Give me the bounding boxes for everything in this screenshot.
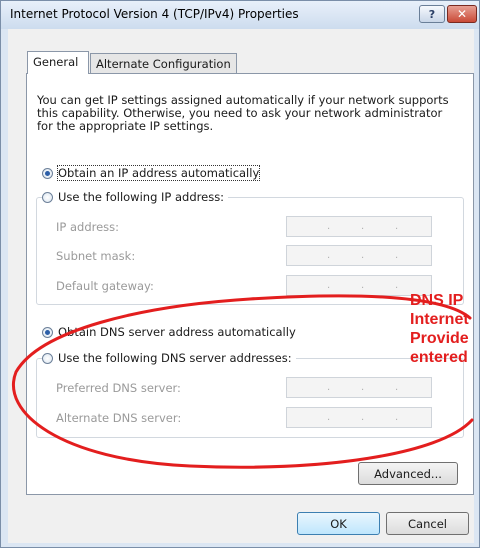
obtain-dns-auto-label: Obtain DNS server address automatically: [58, 325, 296, 339]
subnet-mask-label: Subnet mask:: [56, 249, 136, 263]
close-icon: ✕: [456, 7, 468, 21]
preferred-dns-label: Preferred DNS server:: [56, 381, 181, 395]
subnet-mask-row: Subnet mask: ...: [36, 245, 466, 267]
window-title: Internet Protocol Version 4 (TCP/IPv4) P…: [10, 7, 299, 21]
tab-general-label: General: [33, 55, 79, 69]
alternate-dns-row: Alternate DNS server: ...: [36, 407, 466, 429]
ip-address-label: IP address:: [56, 220, 120, 234]
ip-address-field[interactable]: ...: [286, 216, 432, 237]
use-following-dns-radio[interactable]: Use the following DNS server addresses:: [42, 351, 296, 365]
subnet-mask-field[interactable]: ...: [286, 245, 432, 266]
preferred-dns-row: Preferred DNS server: ...: [36, 377, 466, 399]
default-gateway-label: Default gateway:: [56, 279, 154, 293]
use-following-dns-label: Use the following DNS server addresses:: [58, 351, 292, 365]
close-button[interactable]: ✕: [447, 5, 477, 23]
radio-unchecked-icon: [42, 352, 53, 364]
radio-unchecked-icon: [42, 191, 53, 203]
obtain-dns-auto-radio[interactable]: Obtain DNS server address automatically: [42, 325, 296, 339]
tab-alternate-configuration[interactable]: Alternate Configuration: [90, 53, 237, 74]
obtain-ip-auto-radio[interactable]: Obtain an IP address automatically: [42, 165, 261, 181]
intro-text: You can get IP settings assigned automat…: [37, 93, 449, 133]
obtain-ip-auto-label: Obtain an IP address automatically: [56, 165, 261, 181]
ok-button[interactable]: OK: [297, 512, 380, 535]
help-icon: ?: [428, 7, 436, 21]
tab-general[interactable]: General: [27, 51, 89, 74]
tab-alternate-configuration-label: Alternate Configuration: [96, 57, 231, 71]
default-gateway-row: Default gateway: ...: [36, 275, 466, 297]
cancel-button[interactable]: Cancel: [386, 512, 469, 535]
ip-address-row: IP address: ...: [36, 216, 466, 238]
use-following-ip-label: Use the following IP address:: [58, 190, 225, 204]
use-following-ip-radio[interactable]: Use the following IP address:: [42, 190, 229, 204]
annotation-text: DNS IP Internet Provide entered: [410, 292, 469, 366]
radio-checked-icon: [42, 326, 53, 338]
title-bar[interactable]: Internet Protocol Version 4 (TCP/IPv4) P…: [1, 1, 479, 29]
advanced-button[interactable]: Advanced...: [358, 462, 458, 485]
preferred-dns-field[interactable]: ...: [286, 377, 432, 398]
help-button[interactable]: ?: [419, 5, 445, 23]
alternate-dns-label: Alternate DNS server:: [56, 411, 182, 425]
radio-checked-icon: [42, 167, 53, 179]
alternate-dns-field[interactable]: ...: [286, 407, 432, 428]
